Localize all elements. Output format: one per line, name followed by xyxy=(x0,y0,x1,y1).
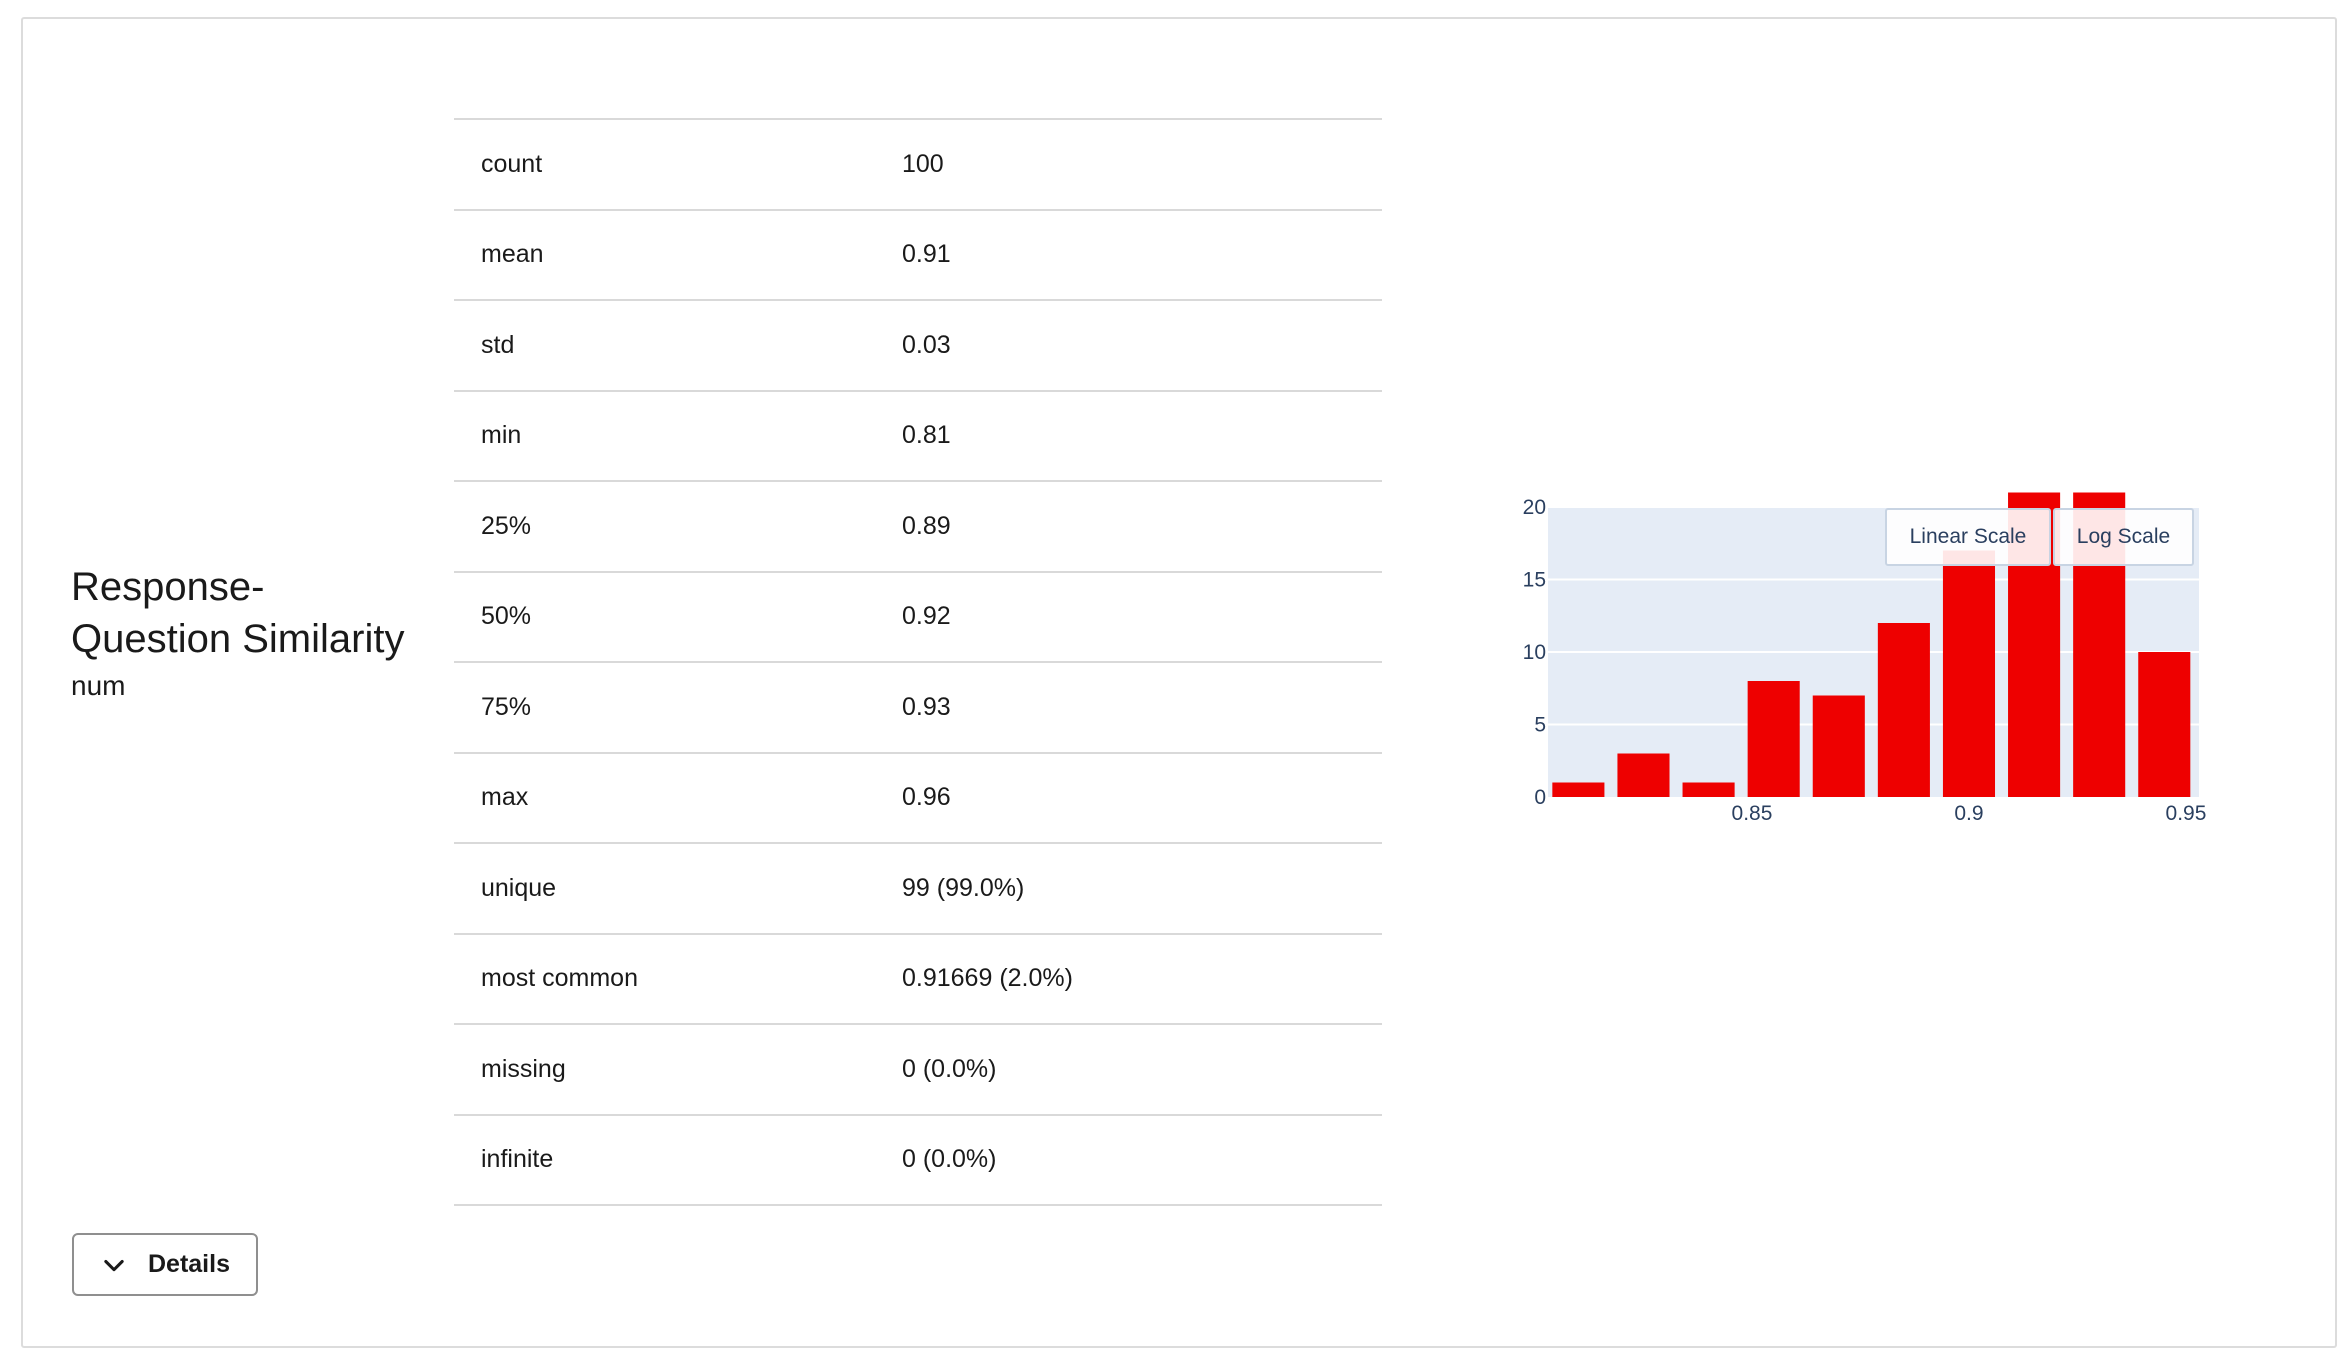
histogram-bar xyxy=(1747,681,1800,797)
stats-row: unique 99 (99.0%) xyxy=(454,843,1382,934)
stat-key: 25% xyxy=(481,511,532,540)
stat-value: 0.81 xyxy=(902,421,951,450)
stats-row: missing 0 (0.0%) xyxy=(454,1024,1382,1115)
stat-value: 0 (0.0%) xyxy=(902,1054,997,1083)
details-button-label: Details xyxy=(148,1250,230,1278)
stats-row: max 0.96 xyxy=(454,752,1382,844)
stats-row: min 0.81 xyxy=(454,390,1382,482)
statistics-table: count 100 mean 0.91 std 0.03 min 0.81 25% 0.89 50%… xyxy=(454,118,1382,1206)
histogram-bar xyxy=(1552,782,1605,797)
histogram-bar xyxy=(1877,623,1930,797)
histogram-chart: 0 5 10 15 20 0.85 0.9 0.95 Linear Scale Log Sca… xyxy=(1498,489,2233,839)
histogram-bar xyxy=(1812,695,1865,797)
stat-value: 0.92 xyxy=(902,602,951,631)
stats-row: 25% 0.89 xyxy=(454,481,1382,572)
details-button[interactable]: Details xyxy=(72,1233,258,1296)
statistics-table-body: count 100 mean 0.91 std 0.03 min 0.81 25% 0.89 50%… xyxy=(454,119,1382,1205)
stat-value: 0.91 xyxy=(902,240,951,269)
stats-row: std 0.03 xyxy=(454,300,1382,391)
stat-key: mean xyxy=(481,240,544,269)
y-tick-label: 20 xyxy=(1523,496,1546,519)
stat-key: 50% xyxy=(481,602,532,631)
histogram-bar xyxy=(1617,753,1670,797)
y-tick-label: 15 xyxy=(1523,569,1546,592)
x-tick-label: 0.85 xyxy=(1732,802,1773,825)
stat-value: 99 (99.0%) xyxy=(902,873,1025,902)
histogram-bar xyxy=(1682,782,1735,797)
y-tick-label: 10 xyxy=(1523,641,1546,664)
stats-row: count 100 xyxy=(454,119,1382,210)
stat-key: unique xyxy=(481,873,557,902)
column-name-line-1: Response- xyxy=(71,565,265,609)
stat-key: count xyxy=(481,149,543,178)
stats-row: mean 0.91 xyxy=(454,209,1382,301)
stat-value: 0.96 xyxy=(902,783,951,812)
y-tick-label: 5 xyxy=(1534,714,1546,737)
stat-key: min xyxy=(481,421,522,450)
stat-value: 0.93 xyxy=(902,692,951,721)
stat-key: std xyxy=(481,330,515,359)
stats-row: 50% 0.92 xyxy=(454,571,1382,663)
log-scale-button[interactable]: Log Scale xyxy=(2053,508,2194,566)
stat-value: 0.89 xyxy=(902,511,951,540)
stat-key: most common xyxy=(481,964,638,993)
stat-value: 100 xyxy=(902,149,944,178)
column-summary-card: Response- Question Similarity num count 1… xyxy=(21,17,2337,1348)
stat-key: missing xyxy=(481,1054,566,1083)
stat-key: 75% xyxy=(481,692,532,721)
column-header: Response- Question Similarity num xyxy=(71,561,431,703)
stat-key: max xyxy=(481,783,529,812)
stat-key: infinite xyxy=(481,1145,554,1174)
column-name: Response- Question Similarity xyxy=(71,561,431,665)
column-name-line-2: Question Similarity xyxy=(71,617,405,661)
column-type: num xyxy=(71,670,126,701)
stat-value: 0.91669 (2.0%) xyxy=(902,964,1073,993)
linear-scale-button[interactable]: Linear Scale xyxy=(1885,508,2051,566)
stats-row: 75% 0.93 xyxy=(454,662,1382,753)
chevron-down-icon xyxy=(104,1259,124,1271)
stat-value: 0.03 xyxy=(902,330,951,359)
stats-row: most common 0.91669 (2.0%) xyxy=(454,933,1382,1025)
stats-row: infinite 0 (0.0%) xyxy=(454,1114,1382,1205)
y-tick-label: 0 xyxy=(1534,786,1546,809)
x-tick-label: 0.95 xyxy=(2166,802,2207,825)
histogram-bar xyxy=(1942,550,1996,797)
stat-value: 0 (0.0%) xyxy=(902,1145,997,1174)
x-tick-label: 0.9 xyxy=(1954,802,1983,825)
histogram-bar xyxy=(2138,652,2191,797)
